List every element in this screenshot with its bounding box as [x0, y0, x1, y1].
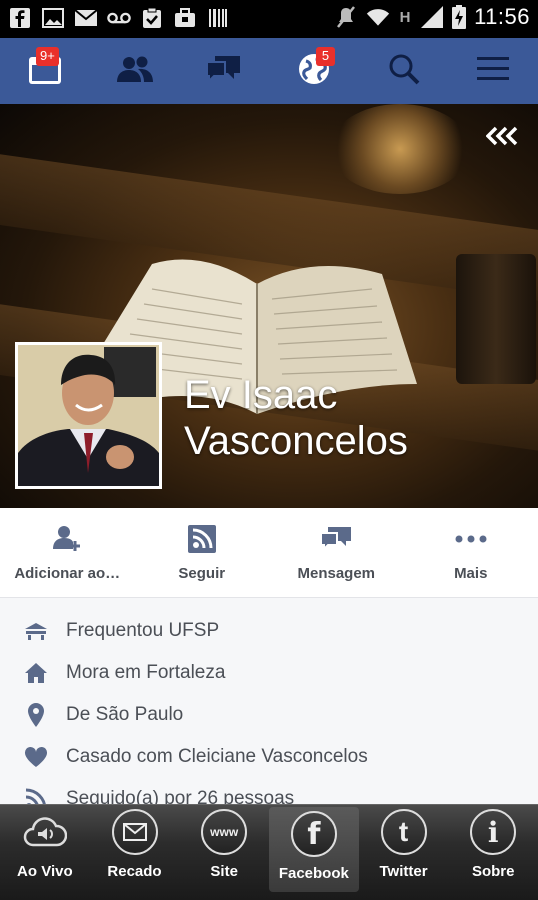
home-icon — [22, 662, 50, 684]
collapse-cover-button[interactable] — [485, 122, 520, 153]
profile-name: Ev Isaac Vasconcelos — [184, 373, 408, 463]
info-row-lives-in[interactable]: Mora em Fortaleza — [0, 652, 538, 694]
info-row-relationship[interactable]: Casado com Cleiciane Vasconcelos — [0, 736, 538, 778]
profile-avatar[interactable] — [15, 342, 162, 489]
add-friend-label: Adicionar ao… — [14, 565, 121, 582]
info-row-from[interactable]: De São Paulo — [0, 694, 538, 736]
battery-charging-icon — [452, 5, 467, 29]
info-icon: i — [470, 809, 517, 855]
more-icon — [455, 523, 487, 555]
status-bar: H 11:56 — [0, 0, 538, 38]
cloud-speaker-icon — [22, 809, 68, 855]
twitter-glyph: t — [398, 816, 409, 847]
friends-icon — [116, 55, 154, 88]
tab-ao-vivo[interactable]: Ao Vivo — [0, 805, 90, 900]
messages-icon — [205, 54, 243, 89]
profile-actions: Adicionar ao… Seguir Mensagem Mais — [0, 508, 538, 598]
nav-news-feed[interactable]: 9+ — [0, 38, 90, 104]
status-bar-notifications — [8, 6, 230, 30]
nav-menu[interactable] — [448, 38, 538, 104]
image-icon — [41, 6, 65, 30]
facebook-icon — [8, 6, 32, 30]
network-label: H — [399, 8, 411, 26]
add-friend-icon — [53, 523, 81, 555]
tab-twitter[interactable]: t Twitter — [359, 805, 449, 900]
mail-icon — [74, 6, 98, 30]
rss-follow-icon — [187, 523, 216, 555]
voicemail-icon — [107, 6, 131, 30]
nav-messages[interactable] — [179, 38, 269, 104]
education-icon — [22, 621, 50, 641]
twitter-icon: t — [380, 809, 427, 855]
envelope-icon — [111, 809, 158, 855]
add-friend-button[interactable]: Adicionar ao… — [0, 508, 135, 597]
heart-icon — [22, 746, 50, 768]
status-bar-system: H 11:56 — [334, 4, 530, 30]
mute-icon — [334, 5, 358, 29]
location-pin-icon — [22, 702, 50, 728]
news-feed-badge: 9+ — [36, 47, 59, 66]
cover-photo[interactable]: Ev Isaac Vasconcelos — [0, 104, 538, 508]
message-icon — [320, 523, 352, 555]
clock: 11:56 — [474, 4, 530, 29]
search-icon — [388, 53, 420, 90]
follow-label: Seguir — [178, 565, 226, 582]
clipboard-check-icon — [140, 6, 164, 30]
facebook-icon: f — [290, 811, 337, 857]
menu-icon — [477, 56, 510, 87]
info-from-text: De São Paulo — [66, 704, 184, 725]
tab-recado-label: Recado — [107, 863, 162, 880]
more-button[interactable]: Mais — [404, 508, 538, 597]
tab-twitter-label: Twitter — [379, 863, 428, 880]
www-glyph: www — [210, 825, 239, 839]
info-lives-in-text: Mora em Fortaleza — [66, 662, 226, 683]
more-label: Mais — [454, 565, 488, 582]
tab-ao-vivo-label: Ao Vivo — [17, 863, 73, 880]
tab-sobre-label: Sobre — [471, 863, 515, 880]
wifi-icon — [366, 5, 390, 29]
briefcase-icon — [173, 6, 197, 30]
nav-friend-requests[interactable] — [90, 38, 180, 104]
profile-intro: Frequentou UFSP Mora em Fortaleza De São… — [0, 598, 538, 810]
tab-site-label: Site — [210, 863, 238, 880]
tab-site[interactable]: www Site — [179, 805, 269, 900]
barcode-icon — [206, 6, 230, 30]
h-signal-icon: H — [398, 5, 412, 29]
nav-notifications[interactable]: 5 — [269, 38, 359, 104]
app-tab-bar: Ao Vivo Recado www Site f Facebook t Twi… — [0, 804, 538, 900]
facebook-glyph: f — [307, 816, 321, 852]
message-button[interactable]: Mensagem — [269, 508, 404, 597]
cover-pencil-cup — [456, 254, 536, 384]
tab-recado[interactable]: Recado — [90, 805, 180, 900]
cell-signal-icon — [420, 5, 444, 29]
cover-lamp-glow — [330, 104, 470, 194]
info-row-education[interactable]: Frequentou UFSP — [0, 610, 538, 652]
notifications-badge: 5 — [316, 47, 336, 66]
tab-sobre[interactable]: i Sobre — [448, 805, 538, 900]
www-icon: www — [201, 809, 248, 855]
info-glyph: i — [487, 815, 499, 849]
tab-facebook-label: Facebook — [278, 865, 349, 882]
info-relationship-text: Casado com Cleiciane Vasconcelos — [66, 746, 368, 767]
facebook-nav-bar: 9+ 5 — [0, 38, 538, 104]
nav-search[interactable] — [359, 38, 449, 104]
tab-facebook[interactable]: f Facebook — [269, 807, 359, 892]
info-education-text: Frequentou UFSP — [66, 620, 220, 641]
follow-button[interactable]: Seguir — [135, 508, 270, 597]
message-label: Mensagem — [297, 565, 376, 582]
